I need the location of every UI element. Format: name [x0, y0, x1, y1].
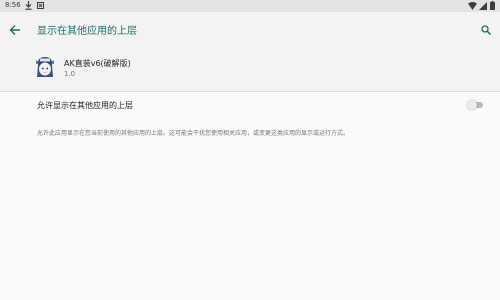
search-icon: [481, 25, 491, 35]
wifi-icon: [468, 1, 477, 10]
download-icon: [24, 1, 32, 10]
content-area: 允许显示在其他应用的上层 允许此应用显示在您当前使用的其他应用的上层。这可能会干…: [0, 92, 500, 300]
search-button[interactable]: [476, 20, 496, 40]
app-bar: 显示在其他应用的上层: [0, 12, 500, 48]
app-name: AK直装v6(破解版): [64, 59, 131, 68]
app-version: 1.0: [64, 70, 76, 78]
permission-toggle-row[interactable]: 允许显示在其他应用的上层: [0, 92, 500, 118]
notification-icon: [36, 1, 44, 10]
back-arrow-icon: [9, 25, 20, 35]
permission-toggle-label: 允许显示在其他应用的上层: [37, 101, 133, 110]
status-time: 8:56: [5, 1, 21, 9]
app-info-row: AK直装v6(破解版) 1.0: [0, 48, 500, 90]
permission-switch[interactable]: [467, 100, 484, 110]
switch-thumb: [467, 100, 477, 110]
signal-icon: [479, 1, 487, 10]
back-button[interactable]: [4, 20, 24, 40]
app-logo-icon: [36, 57, 54, 77]
battery-icon: [490, 1, 495, 10]
page-title: 显示在其他应用的上层: [37, 26, 137, 37]
permission-description: 允许此应用显示在您当前使用的其他应用的上层。这可能会干扰您使用相关应用，或变更这…: [37, 130, 350, 137]
status-bar: 8:56: [0, 0, 500, 12]
